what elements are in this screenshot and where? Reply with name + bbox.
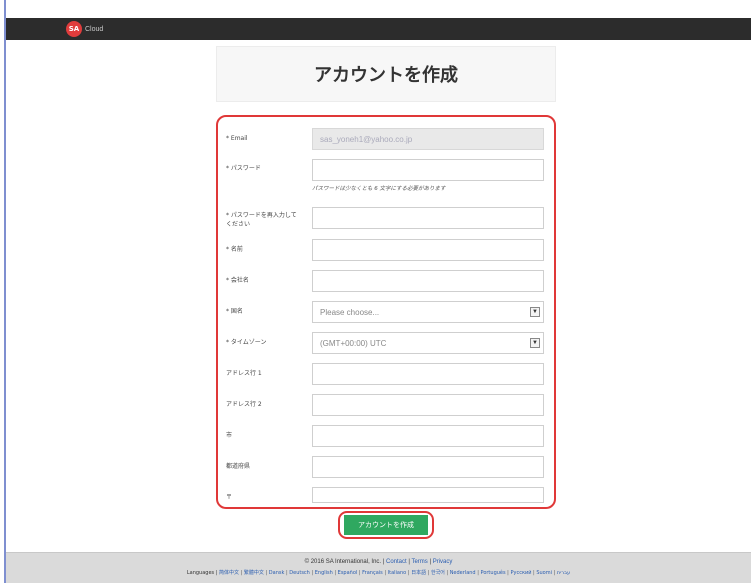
chevron-down-icon[interactable]: ▼ [530,307,540,317]
logo-text: Cloud [85,25,104,33]
languages-label: Languages | [186,570,218,576]
submit-highlight: アカウントを作成 [338,511,434,539]
password-confirm-field[interactable] [312,207,544,229]
chevron-down-icon[interactable]: ▼ [530,338,540,348]
copyright: © 2016 SA International, Inc. | Contact … [304,559,453,565]
page-title: アカウントを作成 [314,65,458,86]
address1-label: アドレス行 1 [226,370,262,377]
email-value: sas_yoneh1@yahoo.co.jp [320,134,413,144]
timezone-label: * タイムゾーン [226,339,267,346]
postal-label: 〒 [226,494,233,501]
create-account-button[interactable]: アカウントを作成 [344,515,428,535]
country-select[interactable]: Please choose... ▼ [312,301,544,323]
language-link[interactable]: Suomi [536,570,552,576]
language-link[interactable]: Deutsch [289,570,310,576]
page-header: アカウントを作成 [216,46,556,102]
prefecture-label: 都道府県 [226,463,251,470]
prefecture-field[interactable] [312,456,544,478]
address2-field[interactable] [312,394,544,416]
language-link[interactable]: 日本語 [411,570,426,576]
language-link[interactable]: עברית [557,570,570,576]
logo-badge-icon: SA [66,21,82,37]
address2-label: アドレス行 2 [226,401,262,408]
language-link[interactable]: Français [362,570,383,576]
password-hint: パスワードは少なくとも 6 文字にする必要があります [312,186,446,192]
language-link[interactable]: Español [338,570,358,576]
address1-field[interactable] [312,363,544,385]
city-field[interactable] [312,425,544,447]
copyright-text: © 2016 SA International, Inc. | [304,559,386,565]
password-field[interactable] [312,159,544,181]
language-link[interactable]: Italiano [388,570,407,576]
country-label: * 国名 [226,308,243,315]
language-list: Languages | 简体中文 | 繁體中文 | Dansk | Deutsc… [186,570,571,576]
language-link[interactable]: 한국어 [431,570,445,576]
email-field: sas_yoneh1@yahoo.co.jp [312,128,544,150]
name-field[interactable] [312,239,544,261]
country-select-value: Please choose... [320,307,380,317]
timezone-select[interactable]: (GMT+00:00) UTC ▼ [312,332,544,354]
logo[interactable]: SA Cloud [66,21,103,37]
language-link[interactable]: Dansk [269,570,285,576]
footer: © 2016 SA International, Inc. | Contact … [6,552,751,583]
contact-link[interactable]: Contact [386,559,407,565]
company-label: * 会社名 [226,277,249,284]
terms-link[interactable]: Terms [411,559,427,565]
password-label: * パスワード [226,165,261,172]
password-confirm-label: * パスワードを再入力してください [226,212,297,228]
privacy-link[interactable]: Privacy [433,559,453,565]
name-label: * 名前 [226,246,243,253]
language-link[interactable]: 繁體中文 [244,570,264,576]
top-nav-bar: SA Cloud [6,18,751,40]
email-label: * Email [226,135,248,142]
language-link[interactable]: 简体中文 [219,570,239,576]
company-field[interactable] [312,270,544,292]
language-link[interactable]: Nederland [450,570,476,576]
city-label: 市 [226,432,233,439]
timezone-select-value: (GMT+00:00) UTC [320,338,387,348]
language-link[interactable]: English [315,570,333,576]
language-link[interactable]: Português [480,570,505,576]
language-link[interactable]: Русский [510,570,531,576]
postal-field[interactable] [312,487,544,503]
